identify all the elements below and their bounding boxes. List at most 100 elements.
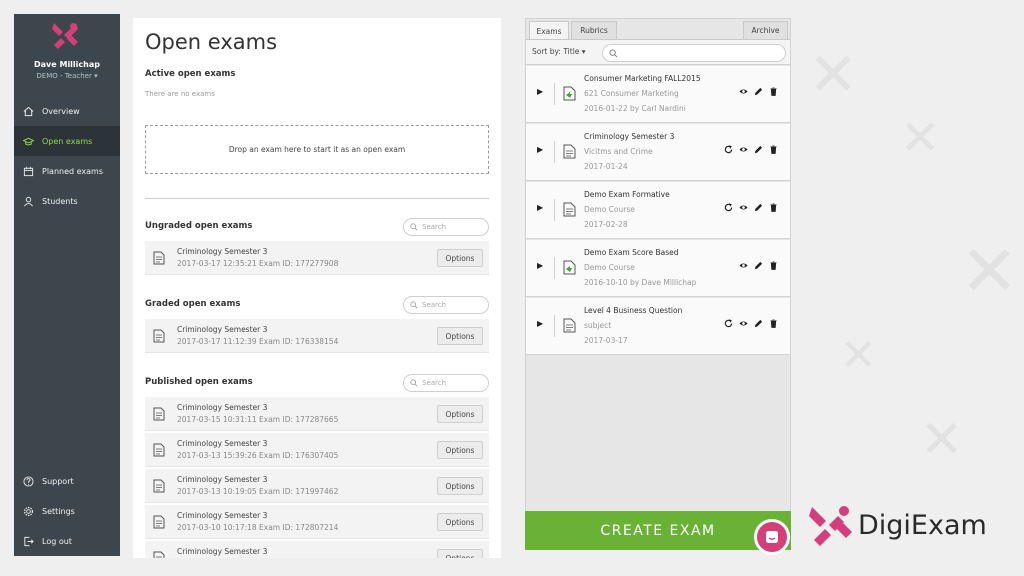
trash-icon[interactable]: [769, 203, 778, 212]
exam-title: Criminology Semester 3: [177, 547, 268, 556]
trash-icon[interactable]: [769, 145, 778, 154]
share-icon[interactable]: [724, 203, 733, 212]
exam-title: Consumer Marketing FALL2015: [584, 74, 701, 83]
exam-title: Criminology Semester 3: [177, 247, 268, 256]
eye-icon[interactable]: [739, 319, 748, 328]
edit-icon[interactable]: [754, 203, 763, 212]
tab-exams[interactable]: Exams: [529, 21, 569, 40]
exam-title: Level 4 Business Question: [584, 306, 683, 315]
edit-icon[interactable]: [754, 261, 763, 270]
nav-label: Log out: [42, 536, 72, 546]
options-button[interactable]: Options: [437, 513, 483, 531]
options-button[interactable]: Options: [437, 405, 483, 423]
options-button[interactable]: Options: [437, 441, 483, 459]
logout-icon: [14, 536, 42, 547]
open-exams-panel: Open exams Active open exams There are n…: [133, 18, 501, 558]
exam-date: 2016-01-22 by Carl Nardini: [584, 104, 686, 113]
background-pattern: ✕: [920, 410, 964, 470]
sort-dropdown[interactable]: Sort by: Title ▾: [532, 47, 586, 56]
share-icon[interactable]: [724, 319, 733, 328]
edit-icon[interactable]: [754, 87, 763, 96]
play-icon[interactable]: ▶: [537, 203, 543, 212]
brand-name: DigiExam: [858, 510, 987, 541]
trash-icon[interactable]: [769, 261, 778, 270]
graded-search-input[interactable]: Search: [403, 296, 489, 314]
background-pattern: ✕: [960, 230, 1019, 312]
options-button[interactable]: Options: [437, 549, 483, 558]
play-icon[interactable]: ▶: [537, 261, 543, 270]
table-row[interactable]: Criminology Semester 3 2017-03-17 11:12:…: [145, 319, 489, 353]
table-row[interactable]: Criminology Semester 3 2017-03-13 15:39:…: [145, 433, 489, 467]
exam-card[interactable]: ▶ Criminology Semester 3 Vicitms and Cri…: [526, 124, 790, 181]
table-row[interactable]: Criminology Semester 3 Options: [145, 541, 489, 558]
nav-label: Settings: [42, 506, 75, 516]
edit-icon[interactable]: [754, 319, 763, 328]
nav-item-students[interactable]: Students: [14, 186, 120, 216]
options-button[interactable]: Options: [437, 249, 483, 267]
search-icon: [410, 223, 418, 231]
home-icon: [14, 106, 42, 117]
eye-icon[interactable]: [739, 87, 748, 96]
play-icon[interactable]: ▶: [537, 145, 543, 154]
tab-rubrics[interactable]: Rubrics: [571, 21, 617, 39]
table-row[interactable]: Criminology Semester 3 2017-03-17 12:35:…: [145, 241, 489, 275]
edit-icon[interactable]: [754, 145, 763, 154]
divider: [554, 315, 555, 337]
eye-icon[interactable]: [739, 261, 748, 270]
nav-item-logout[interactable]: Log out: [14, 526, 120, 556]
options-button[interactable]: Options: [437, 477, 483, 495]
eye-icon[interactable]: [739, 145, 748, 154]
table-row[interactable]: Criminology Semester 3 2017-03-10 10:17:…: [145, 505, 489, 539]
table-row[interactable]: Criminology Semester 3 2017-03-15 10:31:…: [145, 397, 489, 431]
options-button[interactable]: Options: [437, 327, 483, 345]
nav-item-open-exams[interactable]: Open exams: [14, 126, 120, 156]
exam-date: 2016-10-10 by Dave Millichap: [584, 278, 697, 287]
students-icon: [14, 196, 42, 207]
ungraded-open-exams-heading: Ungraded open exams: [145, 221, 253, 231]
exam-card[interactable]: ▶ Level 4 Business Question subject 2017…: [526, 298, 790, 355]
user-role-dropdown[interactable]: DEMO - Teacher ▾: [14, 72, 120, 80]
shared-doc-icon: [563, 260, 576, 275]
published-search-input[interactable]: Search: [403, 374, 489, 392]
create-exam-button[interactable]: CREATE EXAM: [525, 511, 791, 550]
exam-title: Criminology Semester 3: [177, 511, 268, 520]
exam-date: 2017-03-17: [584, 336, 628, 345]
open-exam-dropzone[interactable]: Drop an exam here to start it as an open…: [145, 125, 489, 174]
divider: [145, 198, 489, 199]
doc-icon: [563, 202, 576, 217]
nav-label: Support: [42, 476, 74, 486]
table-row[interactable]: Criminology Semester 3 2017-03-13 10:19:…: [145, 469, 489, 503]
exam-card[interactable]: ▶ Consumer Marketing FALL2015 621 Consum…: [526, 66, 790, 123]
exam-date: 2017-02-28: [584, 220, 628, 229]
trash-icon[interactable]: [769, 319, 778, 328]
exam-card[interactable]: ▶ Demo Exam Score Based Demo Course 2016…: [526, 240, 790, 297]
nav-label: Open exams: [42, 136, 93, 146]
ungraded-search-input[interactable]: Search: [403, 218, 489, 236]
dropzone-label: Drop an exam here to start it as an open…: [228, 145, 406, 154]
nav-item-settings[interactable]: Settings: [14, 496, 120, 526]
play-icon[interactable]: ▶: [537, 87, 543, 96]
document-icon: [153, 251, 165, 265]
exam-meta: 2017-03-13 15:39:26 Exam ID: 176307405: [177, 451, 339, 460]
page-title: Open exams: [145, 30, 278, 54]
chat-support-button[interactable]: [754, 519, 790, 555]
calendar-icon: [14, 166, 42, 177]
nav-item-support[interactable]: Support: [14, 466, 120, 496]
doc-icon: [563, 318, 576, 333]
trash-icon[interactable]: [769, 87, 778, 96]
eye-icon[interactable]: [739, 203, 748, 212]
sidebar: Dave Millichap DEMO - Teacher ▾ Overview…: [14, 14, 120, 556]
play-icon[interactable]: ▶: [537, 319, 543, 328]
nav-item-overview[interactable]: Overview: [14, 96, 120, 126]
library-search-input[interactable]: [602, 44, 786, 62]
exam-title: Criminology Semester 3: [177, 439, 268, 448]
search-placeholder: Search: [422, 301, 447, 309]
nav-item-planned-exams[interactable]: Planned exams: [14, 156, 120, 186]
doc-icon: [563, 144, 576, 159]
shared-doc-icon: [563, 86, 576, 101]
tab-archive[interactable]: Archive: [743, 21, 788, 39]
exam-course: Vicitms and Crime: [584, 147, 653, 156]
document-icon: [153, 443, 165, 457]
exam-card[interactable]: ▶ Demo Exam Formative Demo Course 2017-0…: [526, 182, 790, 239]
share-icon[interactable]: [724, 145, 733, 154]
